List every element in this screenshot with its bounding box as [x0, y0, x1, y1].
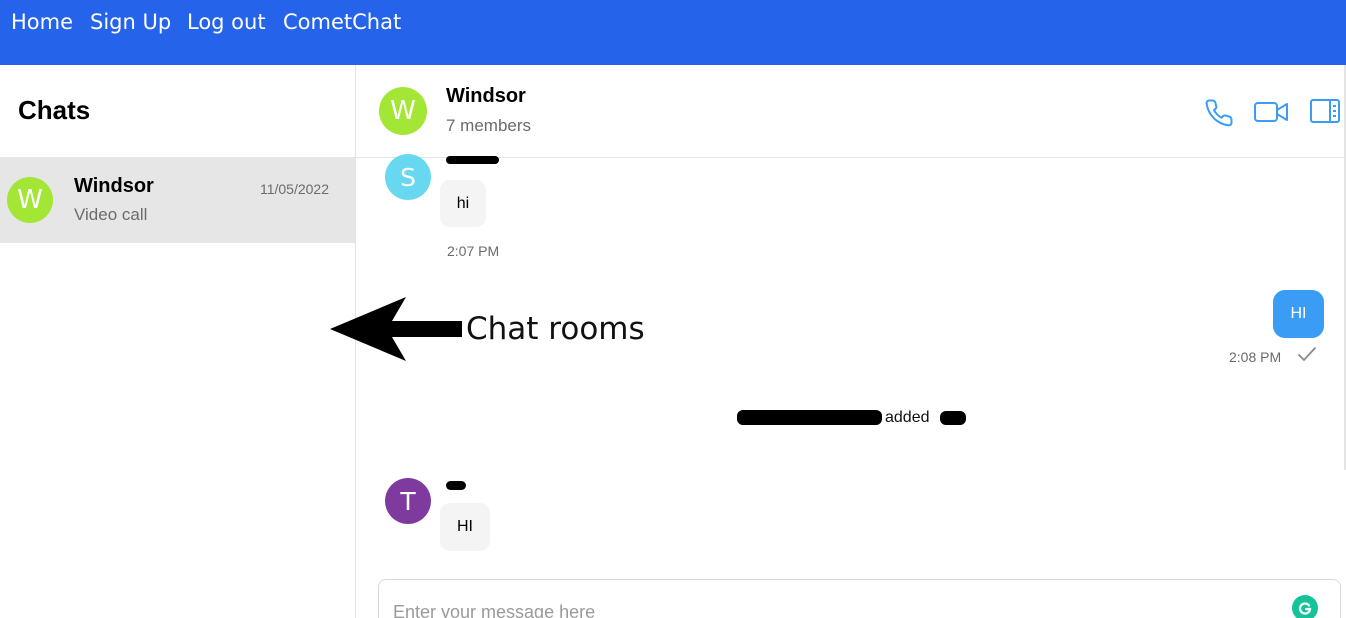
message-bubble-outgoing: HI [1273, 290, 1324, 338]
conversation-item-windsor[interactable]: W Windsor 11/05/2022 Video call [0, 157, 355, 243]
grammarly-icon[interactable] [1292, 595, 1318, 618]
phone-icon[interactable] [1204, 98, 1234, 128]
check-icon [1298, 347, 1316, 362]
annotation-arrow-icon [330, 297, 462, 361]
nav-link-sign-up[interactable]: Sign Up [90, 10, 171, 34]
details-panel-icon[interactable] [1309, 98, 1341, 124]
message-input[interactable] [393, 602, 1273, 618]
nav-link-cometchat[interactable]: CometChat [283, 10, 401, 34]
message-composer [378, 579, 1341, 618]
chat-avatar: W [379, 87, 427, 135]
video-camera-icon[interactable] [1253, 98, 1289, 126]
chat-member-count: 7 members [446, 116, 532, 135]
top-nav: Home Sign Up Log out CometChat [0, 0, 1346, 65]
message-time: 2:08 PM [1229, 349, 1282, 365]
redacted-actor-name [737, 410, 882, 425]
sender-avatar: T [385, 478, 431, 524]
sender-avatar: S [385, 154, 431, 200]
annotation-label: Chat rooms [466, 311, 645, 347]
system-message: added [885, 409, 930, 426]
message-time: 2:07 PM [447, 243, 500, 259]
nav-link-log-out[interactable]: Log out [187, 10, 266, 34]
conversation-name: Windsor [74, 175, 154, 197]
conversation-date: 11/05/2022 [259, 181, 329, 197]
conversation-avatar: W [7, 177, 53, 223]
conversation-last-message: Video call [74, 205, 148, 224]
chat-header: W Windsor 7 members [356, 65, 1346, 158]
message-bubble-incoming: hi [440, 180, 486, 227]
sidebar-title: Chats [18, 95, 91, 125]
chat-title: Windsor [446, 85, 526, 107]
redacted-sender-name [446, 481, 466, 490]
chats-sidebar: Chats W Windsor 11/05/2022 Video call [0, 65, 356, 618]
redacted-member-name [940, 411, 966, 425]
redacted-sender-name [446, 156, 499, 164]
message-bubble-incoming: HI [440, 503, 490, 551]
nav-link-home[interactable]: Home [11, 10, 73, 34]
